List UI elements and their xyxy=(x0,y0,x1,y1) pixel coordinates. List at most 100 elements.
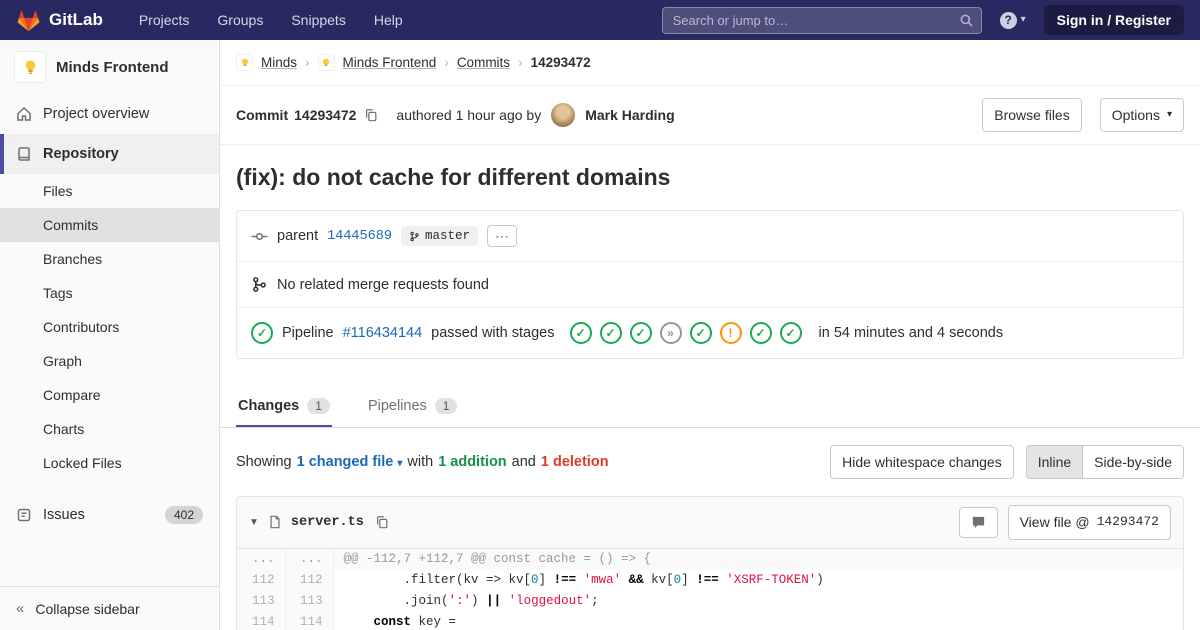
expand-branches-button[interactable]: ⋯ xyxy=(486,225,517,248)
commit-label: Commit xyxy=(236,107,289,124)
browse-files-button[interactable]: Browse files xyxy=(982,98,1082,133)
pipeline-status-icon[interactable]: ✓ xyxy=(251,322,273,345)
inline-view-button[interactable]: Inline xyxy=(1025,445,1084,480)
pipeline-id-link[interactable]: #116434144 xyxy=(343,325,423,341)
diff-code-line: .join(':') || 'loggedout'; xyxy=(343,593,599,608)
stage-icon-success[interactable]: ✓ xyxy=(629,322,652,345)
diff-old-line-number[interactable]: 113 xyxy=(237,590,286,612)
help-menu[interactable]: ? ▾ xyxy=(999,11,1026,29)
side-by-side-view-button[interactable]: Side-by-side xyxy=(1082,445,1184,480)
pipeline-row: ✓ Pipeline #116434144 passed with stages… xyxy=(237,308,1183,358)
repository-icon xyxy=(18,147,30,161)
sidebar-item-commits[interactable]: Commits xyxy=(0,208,219,242)
sidebar-item-label: Project overview xyxy=(43,106,150,122)
stage-icon-success[interactable]: ✓ xyxy=(599,322,622,345)
breadcrumb-commits-link[interactable]: Commits xyxy=(457,55,510,70)
tab-changes[interactable]: Changes 1 xyxy=(236,385,332,427)
project-header-link[interactable]: Minds Frontend xyxy=(0,40,219,94)
sidebar-item-project-overview[interactable]: Project overview xyxy=(0,94,219,134)
sidebar-item-compare[interactable]: Compare xyxy=(0,378,219,412)
sidebar-item-issues[interactable]: Issues 402 xyxy=(0,494,219,536)
search-input[interactable] xyxy=(661,6,982,34)
view-file-sha: 14293472 xyxy=(1096,514,1159,530)
diff-new-line-number[interactable]: ... xyxy=(285,548,334,570)
diff-new-line-number[interactable]: 113 xyxy=(285,590,334,612)
diff-new-line-number[interactable]: 114 xyxy=(285,611,334,630)
nav-link-snippets[interactable]: Snippets xyxy=(291,12,345,28)
diff-file-header: ▼ server.ts View file @ 14293472 xyxy=(237,497,1183,549)
sidebar-item-locked-files[interactable]: Locked Files xyxy=(0,446,219,480)
sidebar-item-repository[interactable]: Repository xyxy=(0,134,219,174)
sidebar-item-contributors[interactable]: Contributors xyxy=(0,310,219,344)
nav-link-groups[interactable]: Groups xyxy=(217,12,263,28)
diff-view-controls: Hide whitespace changes Inline Side-by-s… xyxy=(830,445,1184,480)
file-collapse-caret-icon[interactable]: ▼ xyxy=(249,517,259,528)
search-box xyxy=(661,6,982,34)
diff-old-line-number[interactable]: 114 xyxy=(237,611,286,630)
copy-sha-button[interactable] xyxy=(362,106,380,124)
gitlab-home-link[interactable]: GitLab xyxy=(16,8,103,32)
diff-old-line-number[interactable]: ... xyxy=(237,548,286,570)
author-name-link[interactable]: Mark Harding xyxy=(585,107,674,123)
chevron-down-icon: ▾ xyxy=(397,458,403,470)
top-navbar: GitLab Projects Groups Snippets Help ? ▾ Si… xyxy=(0,0,1200,40)
branch-tag[interactable]: master xyxy=(400,226,478,247)
tab-changes-label: Changes xyxy=(238,398,300,415)
stage-icon-skipped[interactable]: » xyxy=(659,322,682,345)
toggle-comments-button[interactable] xyxy=(958,506,998,538)
diff-old-line-number[interactable]: 112 xyxy=(237,569,286,591)
sign-in-button[interactable]: Sign in / Register xyxy=(1043,5,1184,35)
sidebar-item-charts[interactable]: Charts xyxy=(0,412,219,446)
sidebar-nav: Project overview Repository Files Commits… xyxy=(0,94,219,586)
chevron-down-icon: ▾ xyxy=(1166,109,1172,121)
stage-icon-success[interactable]: ✓ xyxy=(749,322,772,345)
breadcrumb-project-link[interactable]: Minds Frontend xyxy=(343,55,437,70)
brand-text: GitLab xyxy=(49,10,103,29)
diff-file: ▼ server.ts View file @ 14293472 ...... @… xyxy=(236,496,1184,630)
options-dropdown-button[interactable]: Options ▾ xyxy=(1099,98,1184,133)
commit-sha: 14293472 xyxy=(294,107,357,124)
stage-icon-warning[interactable]: ! xyxy=(719,322,742,345)
chevrons-left-icon: « xyxy=(16,600,25,617)
parent-sha-link[interactable]: 14445689 xyxy=(327,229,392,244)
changed-files-label: 1 changed file xyxy=(296,454,394,471)
nav-link-projects[interactable]: Projects xyxy=(139,12,190,28)
hide-whitespace-button[interactable]: Hide whitespace changes xyxy=(830,445,1014,480)
breadcrumb-group-link[interactable]: Minds xyxy=(261,55,297,70)
stage-icon-success[interactable]: ✓ xyxy=(689,322,712,345)
pipeline-status-text: passed with stages xyxy=(431,325,555,342)
breadcrumb-separator: › xyxy=(444,55,449,70)
lightbulb-icon xyxy=(25,59,35,74)
view-file-label: View file @ xyxy=(1019,514,1090,531)
main-content: Minds › Minds Frontend › Commits › 14293… xyxy=(220,40,1200,630)
diff-table: ...... @@ -112,7 +112,7 @@ const cache = … xyxy=(237,548,1183,630)
sidebar-item-label: Repository xyxy=(43,146,119,162)
diff-row: 113 113 .join(':') || 'loggedout'; xyxy=(237,590,1183,612)
changed-files-dropdown[interactable]: 1 changed file ▾ xyxy=(297,454,403,470)
breadcrumb-separator: › xyxy=(305,55,310,70)
collapse-sidebar-button[interactable]: « Collapse sidebar xyxy=(0,586,219,630)
nav-link-help[interactable]: Help xyxy=(374,12,403,28)
file-name: server.ts xyxy=(290,514,364,530)
sidebar-item-branches[interactable]: Branches xyxy=(0,242,219,276)
tab-pipelines[interactable]: Pipelines 1 xyxy=(366,385,460,427)
stage-icon-success[interactable]: ✓ xyxy=(569,322,592,345)
commit-info-box: parent 14445689 master ⋯ No related merg… xyxy=(236,210,1184,360)
collapse-sidebar-label: Collapse sidebar xyxy=(35,600,140,617)
sidebar-item-graph[interactable]: Graph xyxy=(0,344,219,378)
stage-icon-success[interactable]: ✓ xyxy=(779,322,802,345)
commit-actions: Browse files Options ▾ xyxy=(982,98,1184,133)
diff-hunk-row: ...... @@ -112,7 +112,7 @@ const cache = … xyxy=(237,548,1183,570)
branch-name: master xyxy=(424,229,470,244)
merge-request-icon xyxy=(253,277,266,293)
view-file-button[interactable]: View file @ 14293472 xyxy=(1007,505,1171,540)
pipeline-duration: in 54 minutes and 4 seconds xyxy=(818,325,1004,342)
group-avatar xyxy=(236,54,253,71)
project-avatar-small xyxy=(317,54,335,71)
sidebar-item-tags[interactable]: Tags xyxy=(0,276,219,310)
diff-new-line-number[interactable]: 112 xyxy=(285,569,334,591)
sidebar-item-files[interactable]: Files xyxy=(0,174,219,208)
copy-file-path-button[interactable] xyxy=(373,513,391,531)
diff-code-line: const key = xyxy=(373,614,457,629)
chevron-down-icon: ▾ xyxy=(1020,14,1026,25)
